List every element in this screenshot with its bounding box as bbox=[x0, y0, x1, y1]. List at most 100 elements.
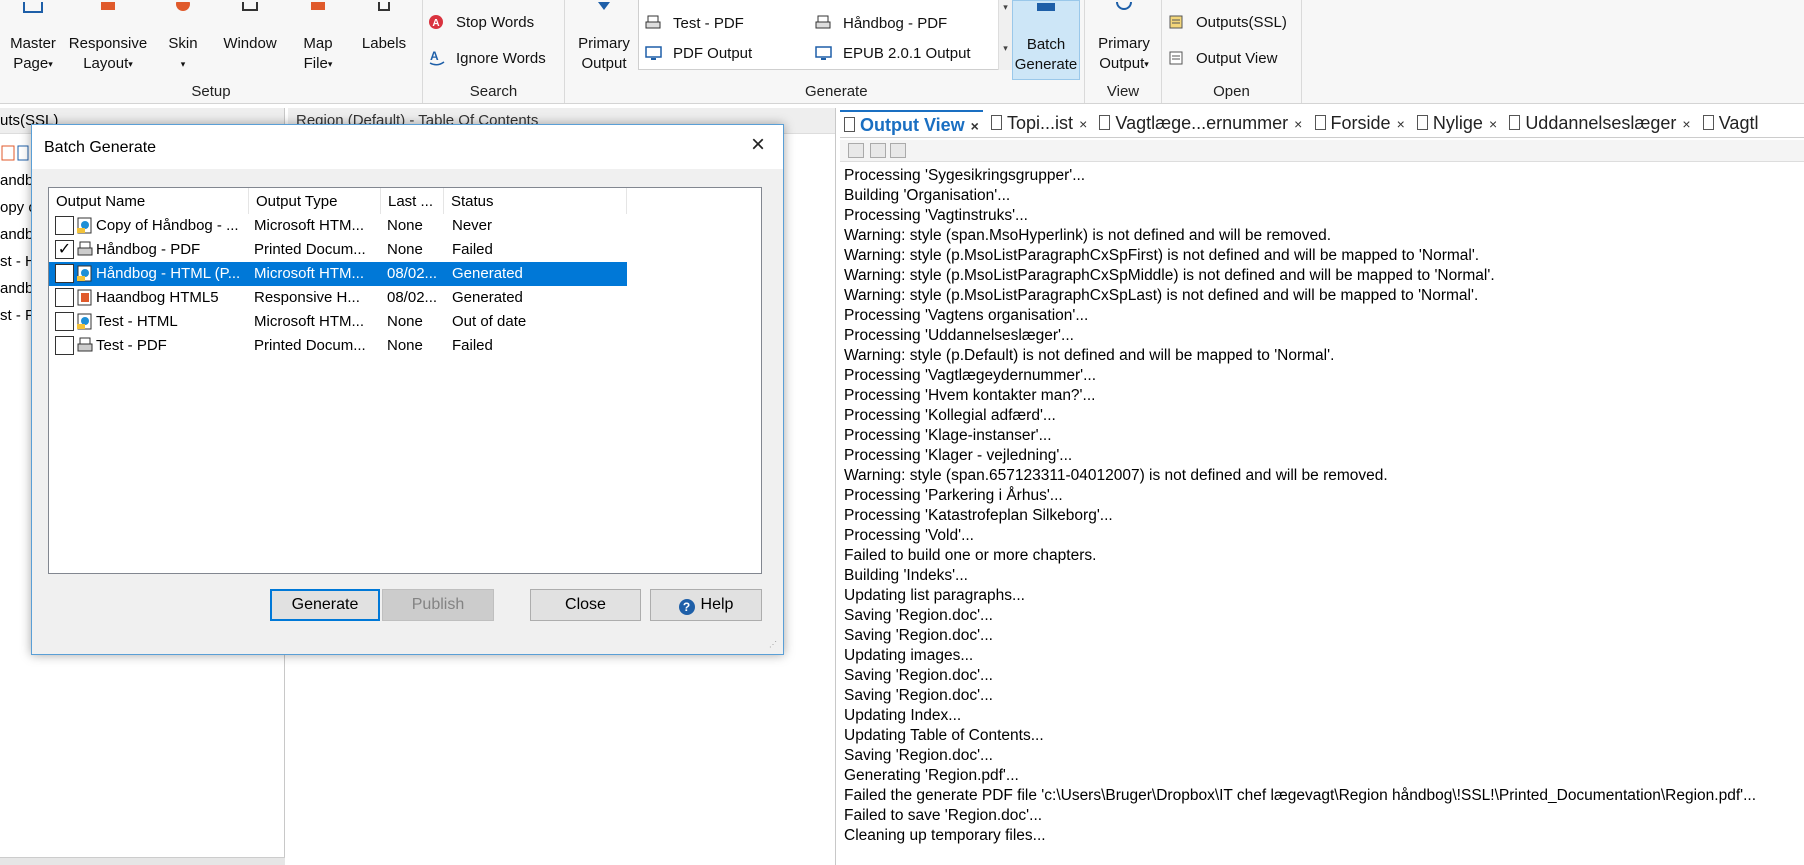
gallery-scrollbar[interactable]: ▾ ▾ bbox=[998, 0, 1012, 70]
batch-generate-button[interactable]: Batch Generate bbox=[1012, 0, 1080, 80]
cell-status: Generated bbox=[452, 289, 523, 306]
log-line: Building 'Organisation'... bbox=[844, 187, 1011, 204]
save-icon[interactable] bbox=[848, 143, 864, 158]
skin-button[interactable]: Skin ▾ bbox=[160, 0, 206, 74]
column-header-last[interactable]: Last ... bbox=[381, 188, 444, 214]
cell-last: None bbox=[387, 241, 423, 258]
close-icon[interactable]: × bbox=[971, 118, 979, 134]
batch-generate-icon bbox=[1033, 0, 1059, 13]
column-header-status[interactable]: Status bbox=[444, 188, 627, 214]
row-checkbox[interactable] bbox=[55, 336, 74, 355]
close-icon[interactable]: × bbox=[1294, 116, 1302, 132]
window-button[interactable]: Window bbox=[218, 0, 282, 54]
cell-status: Out of date bbox=[452, 313, 527, 330]
cell-type: Responsive H... bbox=[254, 289, 360, 306]
output-log: Processing 'Sygesikringsgrupper'... Build… bbox=[844, 166, 1802, 846]
left-pane-row[interactable]: andb bbox=[0, 172, 33, 189]
cell-type: Microsoft HTM... bbox=[254, 313, 365, 330]
help-button[interactable]: ? Help bbox=[650, 589, 762, 621]
map-file-icon bbox=[305, 0, 331, 12]
tab-label: Uddannelseslæger bbox=[1525, 113, 1677, 133]
cell-last: None bbox=[387, 217, 423, 234]
tab-nylige[interactable]: Nylige × bbox=[1413, 110, 1501, 137]
ribbon: Master Page▾ Responsive Layout▾ Skin ▾ Wind… bbox=[0, 0, 1804, 104]
table-row[interactable]: Håndbog - HTML (P... Microsoft HTM... 08/0… bbox=[49, 262, 627, 286]
row-checkbox[interactable] bbox=[55, 288, 74, 307]
labels-button[interactable]: Labels bbox=[354, 0, 414, 54]
table-row[interactable]: Haandbog HTML5 Responsive H... 08/02... Gen… bbox=[49, 286, 627, 310]
responsive-layout-label-2: Layout bbox=[83, 55, 129, 72]
log-line: Processing 'Vagtens organisation'... bbox=[844, 307, 1089, 324]
ignore-words-label: Ignore Words bbox=[456, 50, 546, 67]
log-line: Saving 'Region.doc'... bbox=[844, 747, 993, 764]
ignore-words-button[interactable]: A Ignore Words bbox=[428, 49, 546, 67]
table-row[interactable]: Copy of Håndbog - ... Microsoft HTM... Non… bbox=[49, 214, 627, 238]
scroll-down-icon[interactable]: ▾ bbox=[999, 2, 1012, 13]
log-line: Processing 'Uddannelseslæger'... bbox=[844, 327, 1074, 344]
generate-button[interactable]: Generate bbox=[270, 589, 380, 621]
skin-label: Skin bbox=[168, 35, 198, 52]
row-checkbox[interactable]: ✓ bbox=[55, 240, 74, 259]
document-icon bbox=[1099, 115, 1111, 130]
table-row[interactable]: Test - HTML Microsoft HTM... None Out of da… bbox=[49, 310, 627, 334]
log-line: Cleaning up temporary files... bbox=[844, 827, 1046, 844]
left-pane-toolbar bbox=[0, 144, 30, 162]
printed-output-icon bbox=[645, 15, 663, 31]
close-icon[interactable]: × bbox=[745, 133, 771, 159]
tab-vagtlaege[interactable]: Vagtlæge...ernummer × bbox=[1095, 110, 1306, 137]
close-icon[interactable]: × bbox=[1079, 116, 1087, 132]
cell-type: Printed Docum... bbox=[254, 337, 366, 354]
table-row[interactable]: Test - PDF Printed Docum... None Failed bbox=[49, 334, 627, 358]
output-view-icon bbox=[1168, 50, 1186, 66]
tab-label: Output View bbox=[860, 115, 965, 135]
output-view-icon bbox=[844, 117, 855, 132]
stop-words-button[interactable]: A Stop Words bbox=[428, 14, 534, 31]
dialog-titlebar[interactable]: Batch Generate × bbox=[32, 125, 783, 169]
output-item-epub[interactable]: EPUB 2.0.1 Output bbox=[815, 45, 971, 62]
document-icon bbox=[1416, 115, 1428, 130]
ribbon-group-search: A Stop Words A Ignore Words Search bbox=[423, 0, 565, 103]
log-line: Saving 'Region.doc'... bbox=[844, 607, 993, 624]
table-row[interactable]: ✓ Håndbog - PDF Printed Docum... None Failed bbox=[49, 238, 627, 262]
primary-output-generate-button[interactable]: Primary Output bbox=[573, 0, 635, 74]
tab-uddannelseslaeger[interactable]: Uddannelseslæger × bbox=[1505, 110, 1694, 137]
output-item-handbog-pdf[interactable]: Håndbog - PDF bbox=[815, 15, 947, 32]
close-icon[interactable]: × bbox=[1489, 116, 1497, 132]
close-icon[interactable]: × bbox=[1682, 116, 1690, 132]
cell-name: Håndbog - HTML (P... bbox=[96, 265, 241, 282]
html-output-icon bbox=[76, 216, 94, 235]
row-checkbox[interactable] bbox=[55, 312, 74, 331]
resize-grip-icon[interactable]: ⋰ bbox=[769, 640, 781, 652]
tab-vagtl[interactable]: Vagtl bbox=[1699, 110, 1763, 137]
output-view-pane: Output View × Topi...ist × Vagtlæge...ernu… bbox=[840, 108, 1804, 865]
cell-name: Copy of Håndbog - ... bbox=[96, 217, 239, 234]
clear-icon[interactable] bbox=[890, 143, 906, 158]
outputs-folder-icon bbox=[1168, 14, 1186, 30]
row-checkbox[interactable] bbox=[55, 216, 74, 235]
responsive-layout-icon bbox=[95, 0, 121, 12]
tab-output-view[interactable]: Output View × bbox=[840, 110, 983, 137]
tab-topic-list[interactable]: Topi...ist × bbox=[987, 110, 1091, 137]
master-page-button[interactable]: Master Page▾ bbox=[2, 0, 64, 74]
outputs-ssl-button[interactable]: Outputs(SSL) bbox=[1168, 14, 1287, 31]
log-line: Processing 'Parkering i Århus'... bbox=[844, 487, 1063, 504]
log-line: Processing 'Katastrofeplan Silkeborg'... bbox=[844, 507, 1113, 524]
publish-button[interactable]: Publish bbox=[382, 589, 494, 621]
output-item-test-pdf[interactable]: Test - PDF bbox=[645, 15, 744, 32]
output-item-pdf-output[interactable]: PDF Output bbox=[645, 45, 752, 62]
primary-output-view-button[interactable]: Primary Output▾ bbox=[1093, 0, 1155, 74]
log-line: Saving 'Region.doc'... bbox=[844, 627, 993, 644]
scroll-more-icon[interactable]: ▾ bbox=[999, 43, 1012, 54]
check-icon[interactable] bbox=[870, 143, 886, 158]
responsive-layout-button[interactable]: Responsive Layout▾ bbox=[66, 0, 150, 74]
close-icon[interactable]: × bbox=[1397, 116, 1405, 132]
output-view-button[interactable]: Output View bbox=[1168, 50, 1277, 67]
close-button[interactable]: Close bbox=[530, 589, 641, 621]
column-header-output-type[interactable]: Output Type bbox=[249, 188, 381, 214]
column-header-output-name[interactable]: Output Name bbox=[49, 188, 249, 214]
map-file-button[interactable]: Map File▾ bbox=[294, 0, 342, 74]
row-checkbox[interactable] bbox=[55, 264, 74, 283]
tab-forside[interactable]: Forside × bbox=[1311, 110, 1409, 137]
batch-generate-content: Batch Generate bbox=[1013, 0, 1079, 75]
left-pane-row[interactable]: st - F bbox=[0, 307, 34, 324]
